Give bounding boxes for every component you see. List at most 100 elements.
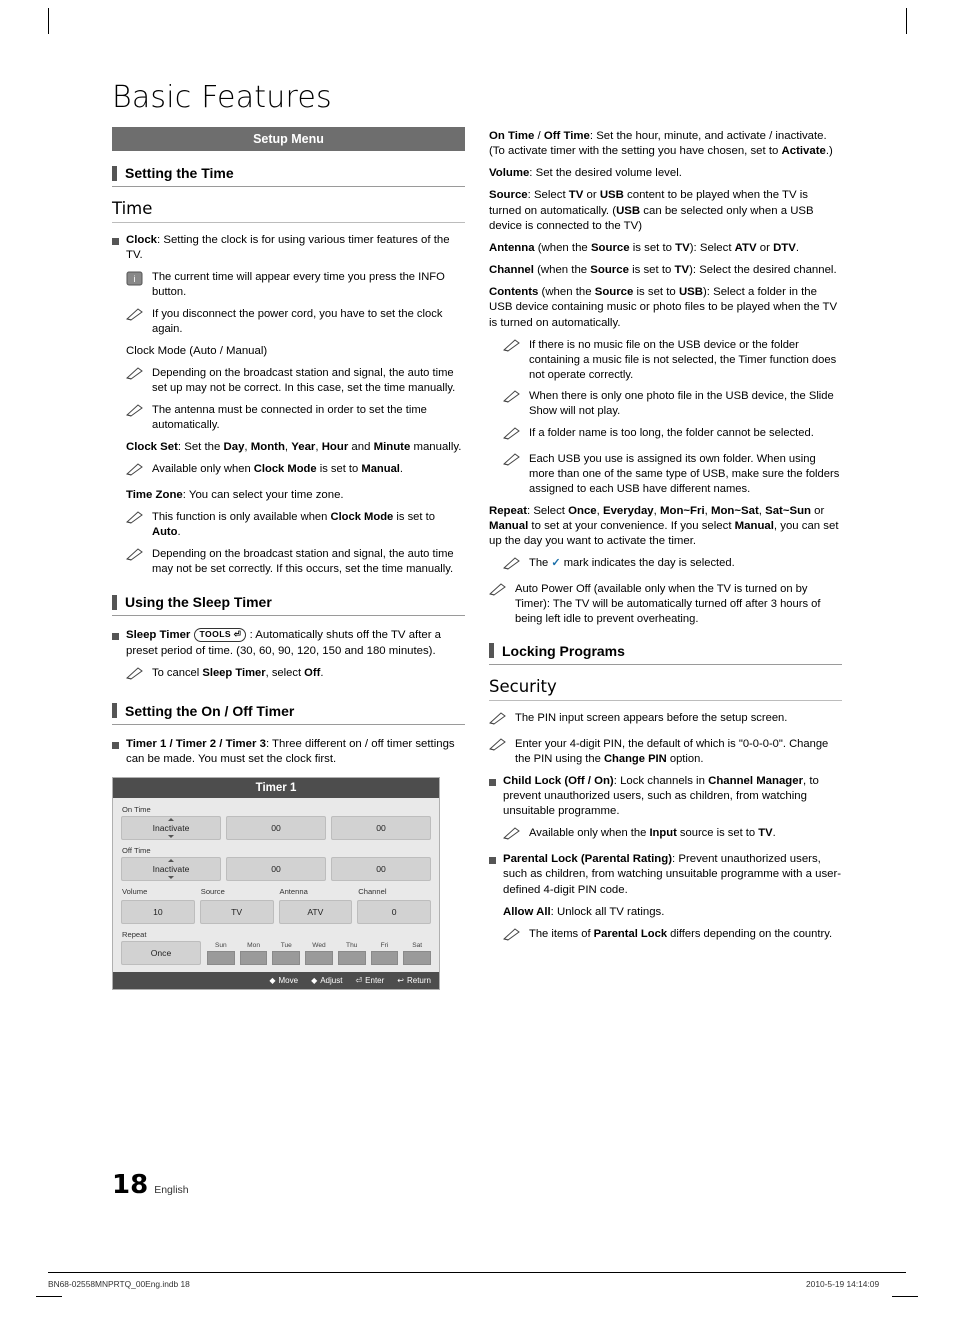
note-text: To cancel Sleep Timer, select Off. xyxy=(152,666,324,679)
list-item-text: Parental Lock (Parental Rating): Prevent… xyxy=(503,853,842,896)
channel-label: Channel xyxy=(358,887,387,897)
page-language: English xyxy=(154,1184,189,1196)
on-time-minute-field[interactable]: 00 xyxy=(331,816,431,841)
section-accent-bar xyxy=(112,703,117,719)
note-contents-3: If a folder name is too long, the folder… xyxy=(502,426,842,445)
day-cell: Mon xyxy=(239,942,268,966)
section-title: Using the Sleep Timer xyxy=(125,594,272,611)
manual-page: Basic Features Setup Menu Setting the Ti… xyxy=(0,0,954,1321)
note-text: The ✓ mark indicates the day is selected… xyxy=(529,557,735,570)
off-time-state-field[interactable]: Inactivate xyxy=(121,857,221,882)
crop-mark-bottom-left xyxy=(36,1296,62,1297)
antenna-field[interactable]: ATV xyxy=(278,900,353,925)
note-power-cord: If you disconnect the power cord, you ha… xyxy=(125,307,465,337)
list-item: Timer 1 / Timer 2 / Timer 3: Three diffe… xyxy=(112,737,465,767)
source-label: Source xyxy=(200,887,225,897)
section-heading-setting-the-time: Setting the Time xyxy=(112,165,465,187)
timer-osd-screenshot: Timer 1 On Time Inactivate 00 00 Off Tim… xyxy=(112,777,440,991)
section-accent-bar xyxy=(112,165,117,181)
crop-mark-top-left xyxy=(48,8,49,34)
note-text: Available only when the Input source is … xyxy=(529,827,776,840)
pencil-note-icon xyxy=(125,462,146,481)
footer-divider xyxy=(48,1272,906,1273)
section-heading-on-off-timer: Setting the On / Off Timer xyxy=(112,703,465,725)
day-label: Mon xyxy=(247,942,260,950)
bullet-square-icon xyxy=(489,857,496,865)
list-item-text: Sleep Timer TOOLS ⏎ : Automatically shut… xyxy=(126,628,465,658)
pencil-note-icon xyxy=(488,711,509,730)
off-time-hour-field[interactable]: 00 xyxy=(226,857,326,882)
contents-paragraph: Contents (when the Source is set to USB)… xyxy=(489,286,838,329)
pencil-note-icon xyxy=(502,452,523,497)
note-auto-time-2: The antenna must be connected in order t… xyxy=(125,403,465,433)
chevron-up-icon xyxy=(168,859,174,863)
note-text: Depending on the broadcast station and s… xyxy=(152,367,456,394)
note-time-zone-1: This function is only available when Clo… xyxy=(125,510,465,540)
note-text: The PIN input screen appears before the … xyxy=(515,711,788,724)
right-column: On Time / Off Time: Set the hour, minute… xyxy=(488,127,842,990)
repeat-field[interactable]: Once xyxy=(121,941,201,966)
off-time-label: Off Time xyxy=(122,846,151,856)
pencil-note-icon xyxy=(502,826,523,845)
on-time-hour-field[interactable]: 00 xyxy=(226,816,326,841)
channel-field[interactable]: 0 xyxy=(357,900,431,925)
tools-badge: TOOLS ⏎ xyxy=(193,628,247,642)
subheading-security: Security xyxy=(489,677,842,701)
pencil-note-icon xyxy=(488,582,509,627)
repeat-paragraph: Repeat: Select Once, Everyday, Mon~Fri, … xyxy=(489,504,839,548)
pencil-note-icon xyxy=(488,737,509,767)
day-checkbox[interactable] xyxy=(272,951,301,966)
footer-enter: ⏎ Enter xyxy=(355,976,385,986)
day-checkbox[interactable] xyxy=(403,951,432,966)
osd-footer: ◆ Move ◆ Adjust ⏎ Enter ↩ Return xyxy=(113,972,439,990)
section-title: Locking Programs xyxy=(502,642,625,659)
volume-paragraph: Volume: Set the desired volume level. xyxy=(489,167,682,180)
off-time-minute-field[interactable]: 00 xyxy=(331,857,431,882)
list-item-text: Clock: Setting the clock is for using va… xyxy=(126,234,450,262)
note-auto-power-off: Auto Power Off (available only when the … xyxy=(488,582,842,627)
clock-mode-heading: Clock Mode (Auto / Manual) xyxy=(126,344,268,357)
note-time-zone-2: Depending on the broadcast station and s… xyxy=(125,547,465,577)
note-text: Available only when Clock Mode is set to… xyxy=(152,462,404,475)
note-text: Depending on the broadcast station and s… xyxy=(152,547,454,575)
day-checkbox[interactable] xyxy=(337,951,366,966)
left-column: Setup Menu Setting the Time Time Clock: … xyxy=(112,127,465,991)
on-time-row: Inactivate 00 00 xyxy=(121,816,431,841)
note-parental-lock: The items of Parental Lock differs depen… xyxy=(502,927,842,946)
note-info-button: i The current time will appear every tim… xyxy=(126,270,465,300)
pencil-note-icon xyxy=(502,389,523,419)
bullet-square-icon xyxy=(489,778,496,786)
day-label: Wed xyxy=(312,942,326,950)
repeat-label: Repeat xyxy=(122,930,147,940)
note-contents-1: If there is no music file on the USB dev… xyxy=(502,338,842,383)
on-time-state-value: Inactivate xyxy=(152,823,190,834)
day-cell: Wed xyxy=(305,942,333,966)
volume-field[interactable]: 10 xyxy=(121,900,195,925)
off-time-state-value: Inactivate xyxy=(152,864,190,875)
section-accent-bar xyxy=(489,643,494,659)
note-text: If there is no music file on the USB dev… xyxy=(529,338,837,381)
day-checkbox[interactable] xyxy=(207,951,235,966)
note-text: If a folder name is too long, the folder… xyxy=(529,427,814,440)
pencil-note-icon xyxy=(125,666,146,685)
day-checkbox[interactable] xyxy=(239,951,268,966)
clock-set-paragraph: Clock Set: Set the Day, Month, Year, Hou… xyxy=(126,440,462,453)
chevron-down-icon xyxy=(168,835,174,839)
on-time-state-field[interactable]: Inactivate xyxy=(121,816,221,841)
crop-mark-bottom-right xyxy=(892,1296,918,1297)
off-time-row: Inactivate 00 00 xyxy=(121,857,431,882)
footer-timestamp: 2010-5-19 14:14:09 xyxy=(806,1279,880,1289)
note-cancel-sleep-timer: To cancel Sleep Timer, select Off. xyxy=(125,666,465,685)
list-item: Clock: Setting the clock is for using va… xyxy=(112,233,465,263)
source-field[interactable]: TV xyxy=(199,900,274,925)
day-cell: Fri xyxy=(370,942,399,966)
day-checkbox[interactable] xyxy=(370,951,399,966)
day-selector: Sun Mon Tue Wed Thu Fri Sat xyxy=(207,942,432,966)
day-checkbox[interactable] xyxy=(305,951,333,966)
time-zone-paragraph: Time Zone: You can select your time zone… xyxy=(126,488,344,501)
note-contents-2: When there is only one photo file in the… xyxy=(502,389,842,419)
section-title: Setting the Time xyxy=(125,165,234,181)
note-pin-screen: The PIN input screen appears before the … xyxy=(488,711,842,730)
page-content: Basic Features Setup Menu Setting the Ti… xyxy=(112,80,842,991)
note-text: Each USB you use is assigned its own fol… xyxy=(529,453,840,495)
